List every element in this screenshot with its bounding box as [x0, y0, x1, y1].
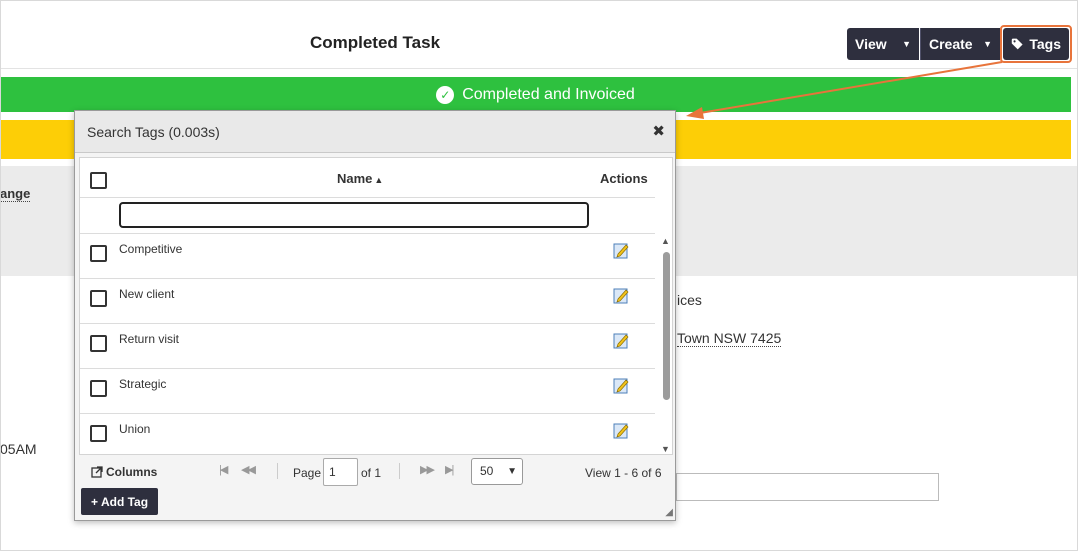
page-count: of 1 — [361, 466, 382, 480]
add-tag-label: Add Tag — [100, 494, 149, 509]
last-page-icon[interactable]: ▶| — [445, 463, 454, 476]
pager: Columns |◀ ◀◀ Page 1 of 1 ▶▶ ▶| 50 ▼ Vie… — [75, 457, 675, 487]
page-number-input[interactable]: 1 — [323, 458, 358, 486]
table-row[interactable]: Return visit — [80, 324, 655, 369]
page-title: Completed Task — [309, 33, 441, 52]
search-tags-dialog: Search Tags (0.003s) ✖ Name ▲ Actions Com… — [74, 110, 676, 521]
prev-page-icon[interactable]: ◀◀ — [241, 463, 256, 476]
dialog-title: Search Tags (0.003s) — [87, 124, 220, 140]
services-text: ices — [677, 292, 702, 308]
status-text: Completed and Invoiced — [462, 85, 635, 103]
background-input[interactable] — [676, 473, 939, 501]
view-button-label: View — [855, 36, 887, 52]
column-header-name[interactable]: Name ▲ — [337, 171, 383, 186]
chevron-down-icon: ▼ — [507, 466, 517, 477]
plus-icon: + — [90, 494, 98, 509]
row-checkbox[interactable] — [90, 425, 107, 442]
records-info: View 1 - 6 of 6 — [585, 466, 662, 480]
row-checkbox[interactable] — [90, 335, 107, 352]
tag-name: Competitive — [119, 242, 183, 256]
grid-scrollbar[interactable]: ▲ ▼ — [660, 236, 672, 454]
close-icon[interactable]: ✖ — [652, 122, 665, 140]
scrollbar-thumb[interactable] — [663, 252, 670, 400]
row-checkbox[interactable] — [90, 245, 107, 262]
table-row[interactable]: Strategic — [80, 369, 655, 414]
time-text: 05AM — [0, 441, 37, 457]
chevron-down-icon: ▼ — [983, 39, 992, 49]
tag-rows: Competitive New client Return visit Stra… — [80, 234, 655, 454]
chevron-down-icon: ▼ — [902, 39, 911, 49]
create-button-label: Create — [929, 36, 973, 52]
row-checkbox[interactable] — [90, 290, 107, 307]
row-checkbox[interactable] — [90, 380, 107, 397]
status-bar-completed: ✓ Completed and Invoiced — [0, 77, 1071, 112]
column-header-actions: Actions — [600, 171, 648, 186]
scroll-up-icon[interactable]: ▲ — [661, 236, 670, 246]
edit-icon[interactable] — [613, 287, 630, 304]
column-name-label: Name — [337, 171, 373, 186]
view-button[interactable]: View ▼ — [847, 28, 919, 60]
tag-name: New client — [119, 287, 175, 301]
first-page-icon[interactable]: |◀ — [219, 463, 228, 476]
table-row[interactable]: New client — [80, 279, 655, 324]
resize-handle-icon[interactable]: ◢ — [665, 507, 673, 518]
sort-icon: ▲ — [374, 175, 384, 185]
select-all-checkbox[interactable] — [90, 172, 107, 189]
address-link[interactable]: Town NSW 7425 — [677, 330, 782, 347]
tag-name: Strategic — [119, 377, 167, 391]
edit-icon[interactable] — [613, 422, 630, 439]
page-label: Page — [293, 466, 322, 480]
tag-name: Return visit — [119, 332, 180, 346]
table-row[interactable]: Competitive — [80, 234, 655, 279]
dialog-header: Search Tags (0.003s) ✖ — [75, 111, 675, 153]
columns-button[interactable]: Columns — [91, 465, 157, 479]
tag-icon — [1011, 38, 1023, 50]
change-link[interactable]: ange — [0, 186, 31, 202]
columns-label: Columns — [106, 465, 158, 479]
table-row[interactable]: Union — [80, 414, 655, 454]
rows-per-page-value: 50 — [480, 464, 494, 478]
tag-name: Union — [119, 422, 151, 436]
edit-icon[interactable] — [613, 377, 630, 394]
add-tag-button[interactable]: + Add Tag — [81, 488, 158, 515]
filter-row — [80, 198, 655, 234]
name-filter-input[interactable] — [119, 202, 589, 228]
pager-separator — [399, 463, 400, 479]
tags-button[interactable]: Tags — [1003, 28, 1069, 60]
pager-separator — [277, 463, 278, 479]
edit-icon[interactable] — [613, 242, 630, 259]
check-circle-icon: ✓ — [436, 85, 455, 104]
grid-header: Name ▲ Actions — [80, 158, 655, 198]
scroll-down-icon[interactable]: ▼ — [661, 444, 670, 454]
rows-per-page-select[interactable]: 50 ▼ — [471, 458, 523, 485]
page-header: Completed Task View ▼ Create ▼ Tags — [0, 0, 1078, 69]
next-page-icon[interactable]: ▶▶ — [420, 463, 435, 476]
columns-icon — [91, 466, 103, 478]
create-button[interactable]: Create ▼ — [920, 28, 1000, 60]
tags-button-label: Tags — [1029, 36, 1061, 52]
tags-grid: Name ▲ Actions Competitive New client Ret… — [79, 157, 673, 455]
edit-icon[interactable] — [613, 332, 630, 349]
